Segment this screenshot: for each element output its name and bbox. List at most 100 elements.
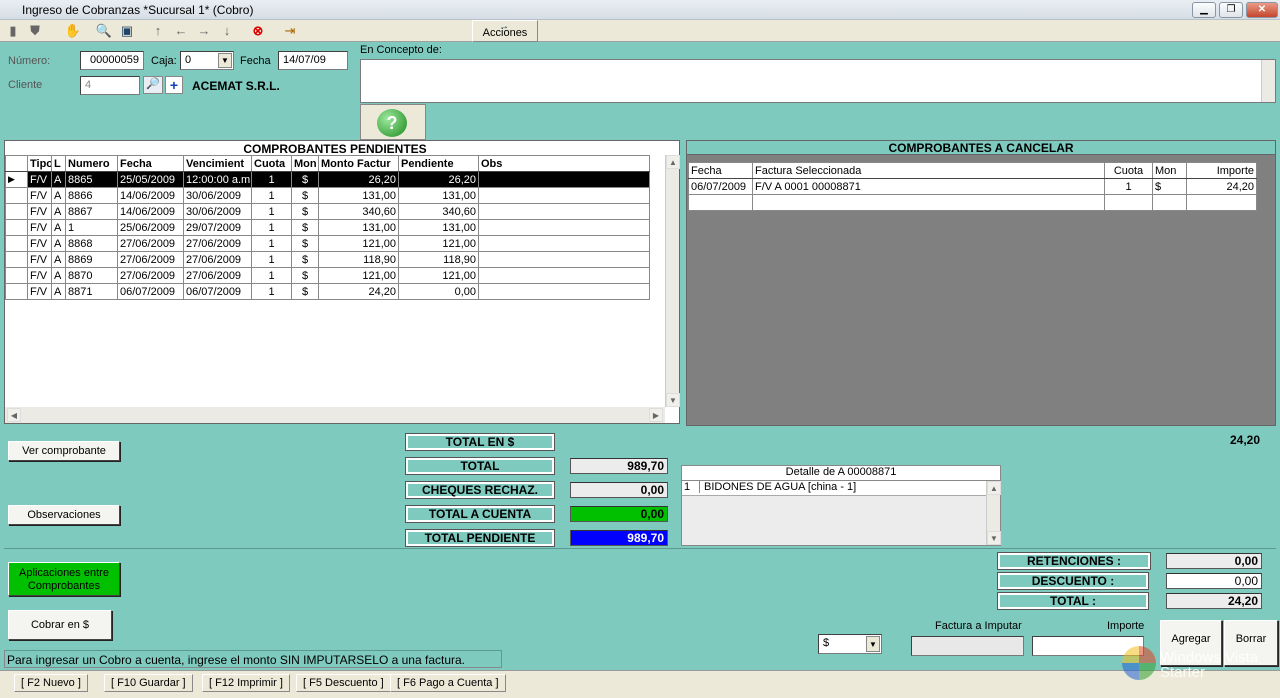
table-cell: $ [291,203,319,220]
pendientes-hscroll[interactable]: ◀ ▶ [5,407,665,423]
table-cell: 27/06/2009 [183,235,252,252]
pendiente-label: TOTAL PENDIENTE [405,529,555,547]
concepto-textarea[interactable] [360,59,1276,103]
table-cell [1186,194,1257,211]
table-cell [478,235,650,252]
cobrar-button[interactable]: Cobrar en $ [8,610,112,640]
arrow-left-icon[interactable]: ← [172,23,190,39]
cancelar-column-header[interactable]: Fecha [688,162,753,179]
table-row[interactable]: F/V A 8869 27/06/2009 27/06/2009 1 $118,90 118,… [5,251,650,268]
table-cell: $ [291,283,319,300]
table-cell: $ [1152,178,1187,195]
pendientes-column-header[interactable]: Cuota [251,155,292,172]
fkey-button[interactable]: [ F5 Descuento ] [296,674,391,692]
table-row[interactable]: F/V A 8867 14/06/2009 30/06/2009 1 $340,60 340,… [5,203,650,220]
search-cliente-icon[interactable]: 🔎 [143,76,163,94]
observaciones-button[interactable]: Observaciones [8,505,120,525]
table-cell: F/V [27,283,52,300]
maximize-button[interactable]: ❐ [1219,2,1243,18]
cancelar-panel: COMPROBANTES A CANCELAR Fecha Factura Sel… [686,140,1276,426]
add-cliente-icon[interactable]: + [165,76,183,94]
pendientes-column-header[interactable]: Pendiente [398,155,479,172]
table-cell: 340,60 [318,203,399,220]
cancelar-column-header[interactable]: Mon [1152,162,1187,179]
cliente-label: Cliente [8,79,43,91]
table-row[interactable]: F/V A 1 25/06/2009 29/07/2009 1 $131,00 131,00 [5,219,650,236]
table-row[interactable]: F/V A 8871 06/07/2009 06/07/2009 1 $24,20 0,00 [5,283,650,300]
pendientes-column-header[interactable]: Tipo [27,155,52,172]
arrow-up-icon[interactable]: ↑ [149,23,167,39]
shield-icon[interactable]: ⛊ [26,23,44,39]
detalle-scrollbar[interactable]: ▲ ▼ [986,481,1001,545]
fkey-button[interactable]: [ F12 Imprimir ] [202,674,290,692]
table-cell: 1 [251,219,292,236]
acciones-button[interactable]: → Acciones [472,20,538,42]
numero-field[interactable]: 00000059 [80,51,144,70]
aplicaciones-button[interactable]: Aplicaciones entre Comprobantes [8,562,120,596]
table-cell: $ [291,235,319,252]
pendientes-column-header[interactable]: Monto Factur [318,155,399,172]
scroll-up-icon[interactable]: ▲ [987,481,1001,495]
concepto-scrollbar[interactable] [1261,60,1275,102]
fecha-field[interactable]: 14/07/09 [278,51,348,70]
table-cell: 8870 [65,267,118,284]
table-cell: 26,20 [398,171,479,188]
cliente-id-field[interactable]: 4 [80,76,140,95]
table-row[interactable]: F/V A 8866 14/06/2009 30/06/2009 1 $131,00 131,… [5,187,650,204]
scroll-down-icon[interactable]: ▼ [987,531,1001,545]
pendientes-column-header[interactable]: Obs [478,155,650,172]
cheques-label: CHEQUES RECHAZ. [405,481,555,499]
minimize-button[interactable]: ▁ [1192,2,1216,18]
moneda-select[interactable]: $ ▼ [818,634,882,654]
pendientes-vscroll[interactable]: ▲ ▼ [665,155,680,407]
pendientes-column-header[interactable]: Fecha [117,155,184,172]
save-icon[interactable]: ▣ [118,23,136,39]
a-cuenta-value[interactable]: 0,00 [570,506,668,522]
pendientes-column-header[interactable]: L [51,155,66,172]
pendientes-column-header[interactable]: Mon [291,155,319,172]
row-indicator [5,283,28,300]
table-cell: 14/06/2009 [117,187,184,204]
exit-icon[interactable]: ⇥ [281,23,299,39]
cancelar-column-header[interactable]: Factura Seleccionada [752,162,1105,179]
help-button[interactable]: ? [360,104,426,140]
pendientes-column-header[interactable]: Numero [65,155,118,172]
arrow-right-icon[interactable]: → [195,23,213,39]
cancelar-column-header[interactable]: Importe [1186,162,1257,179]
table-cell: 30/06/2009 [183,187,252,204]
scroll-up-icon[interactable]: ▲ [666,155,680,169]
table-row[interactable]: F/V A 8868 27/06/2009 27/06/2009 1 $121,00 121,… [5,235,650,252]
table-cell: 118,90 [318,251,399,268]
scroll-left-icon[interactable]: ◀ [7,408,21,422]
pendientes-column-header[interactable]: Vencimient [183,155,252,172]
scroll-right-icon[interactable]: ▶ [649,408,663,422]
search-icon[interactable]: 🔍 [95,23,113,39]
arrow-down-icon[interactable]: ↓ [218,23,236,39]
close-button[interactable]: ✕ [1246,2,1278,18]
chevron-down-icon[interactable]: ▼ [218,53,232,68]
table-row[interactable]: 06/07/2009 F/V A 0001 00008871 1 $24,20 [688,178,1257,195]
table-row[interactable]: ▶ F/V A 8865 25/05/2009 12:00:00 a.m. 1 $26,20 2… [5,171,650,188]
factura-imputar-field[interactable] [911,636,1024,656]
empty-row[interactable] [688,194,1257,211]
caja-select[interactable]: 0 ▼ [180,51,234,70]
fkey-button[interactable]: [ F6 Pago a Cuenta ] [390,674,506,692]
pendientes-panel: COMPROBANTES PENDIENTES Tipo L Numero Fecha… [4,140,680,424]
scroll-down-icon[interactable]: ▼ [666,393,680,407]
fkey-button[interactable]: [ F2 Nuevo ] [14,674,88,692]
table-cell: 27/06/2009 [183,267,252,284]
fkey-button[interactable]: [ F10 Guardar ] [104,674,193,692]
table-row[interactable]: F/V A 8870 27/06/2009 27/06/2009 1 $121,00 121,… [5,267,650,284]
hand-icon[interactable]: ✋ [64,23,82,39]
new-doc-icon[interactable]: ▮ [4,23,22,39]
chevron-down-icon[interactable]: ▼ [866,636,880,652]
cancel-icon[interactable]: ⊗ [249,23,267,39]
table-cell: F/V A 0001 00008871 [752,178,1105,195]
table-cell [478,267,650,284]
descuento-value[interactable]: 0,00 [1166,573,1262,589]
table-cell [478,203,650,220]
ver-comprobante-button[interactable]: Ver comprobante [8,441,120,461]
table-cell: 1 [251,171,292,188]
cancelar-column-header[interactable]: Cuota [1104,162,1153,179]
table-cell: 27/06/2009 [117,235,184,252]
